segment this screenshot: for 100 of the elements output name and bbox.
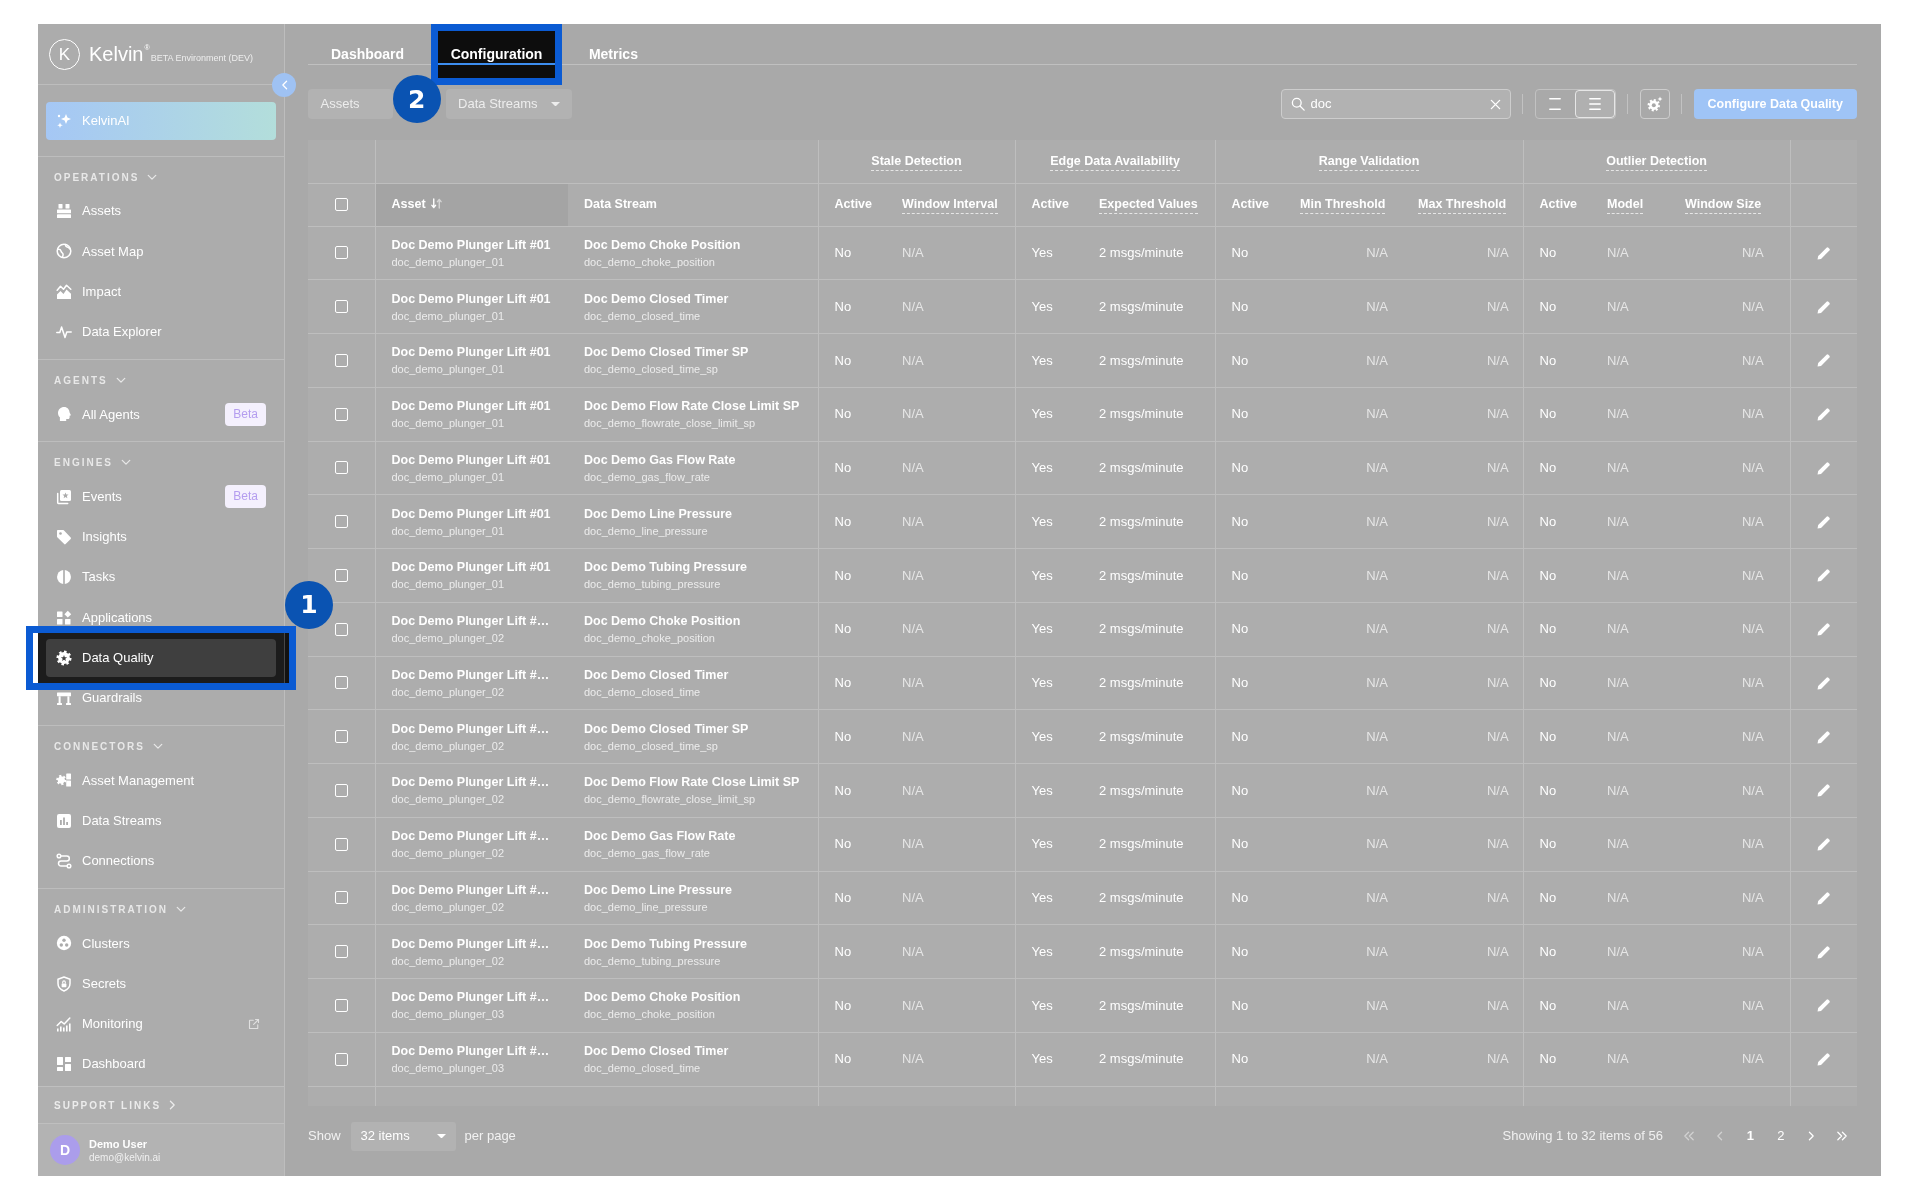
edit-button[interactable] bbox=[1815, 406, 1832, 423]
table-cell: Yes bbox=[1015, 871, 1083, 925]
sidebar-item[interactable]: Insights bbox=[46, 524, 276, 549]
section-header[interactable]: ADMINISTRATION bbox=[38, 895, 186, 924]
stream-name: Doc Demo Flow Rate Close Limit SP bbox=[584, 774, 801, 791]
table-cell: No bbox=[1523, 709, 1592, 764]
barrier-icon bbox=[56, 690, 72, 707]
tab[interactable]: Metrics bbox=[575, 24, 651, 65]
table-cell: N/A bbox=[1284, 924, 1402, 979]
edit-button[interactable] bbox=[1815, 621, 1832, 638]
table-cell: 2 msgs/minute bbox=[1083, 333, 1215, 388]
checkbox[interactable] bbox=[334, 891, 348, 905]
asset-name: Doc Demo Plunger Lift #… bbox=[391, 774, 551, 791]
table-cell: N/A bbox=[1669, 817, 1791, 871]
checkbox[interactable] bbox=[334, 515, 348, 529]
checkbox[interactable] bbox=[334, 676, 348, 690]
asset-name: Doc Demo Plunger Lift #… bbox=[391, 935, 551, 952]
table-cell: 2 msgs/minute bbox=[1083, 494, 1215, 549]
tab[interactable]: Dashboard bbox=[318, 24, 418, 65]
section-header[interactable]: ENGINES bbox=[38, 448, 131, 477]
section-header[interactable]: OPERATIONS bbox=[38, 163, 158, 191]
checkbox[interactable] bbox=[334, 407, 348, 421]
table-cell: No bbox=[1523, 602, 1592, 656]
edit-button[interactable] bbox=[1815, 1051, 1832, 1068]
sidebar-item[interactable]: Tasks bbox=[46, 565, 276, 590]
stream-name: Doc Demo Gas Flow Rate bbox=[584, 451, 737, 468]
table-cell: 2 msgs/minute bbox=[1083, 226, 1215, 280]
checkbox[interactable] bbox=[334, 945, 348, 959]
sidebar-item[interactable]: Dashboard bbox=[46, 1052, 276, 1077]
checkbox[interactable] bbox=[334, 461, 348, 475]
section-header[interactable]: AGENTS bbox=[38, 366, 126, 395]
column-header: Expected Values bbox=[1083, 183, 1215, 226]
edit-button[interactable] bbox=[1815, 782, 1832, 799]
sidebar-item[interactable]: Connections bbox=[46, 849, 276, 873]
edit-button[interactable] bbox=[1815, 889, 1832, 906]
edit-button[interactable] bbox=[1815, 997, 1832, 1014]
edit-button[interactable] bbox=[1815, 244, 1832, 261]
section-header[interactable]: CONNECTORS bbox=[38, 732, 163, 761]
checkbox[interactable] bbox=[334, 837, 348, 851]
sortable-column-header[interactable]: Asset bbox=[375, 183, 568, 226]
edit-button[interactable] bbox=[1815, 836, 1832, 853]
search-field[interactable]: doc bbox=[1280, 89, 1511, 119]
page-button[interactable]: 2 bbox=[1765, 1121, 1796, 1151]
user-name: Demo User bbox=[89, 1136, 149, 1151]
asset-id: doc_demo_plunger_01 bbox=[391, 469, 506, 484]
checkbox[interactable] bbox=[334, 198, 348, 211]
table-cell: N/A bbox=[1591, 441, 1670, 495]
edit-button[interactable] bbox=[1815, 728, 1832, 745]
table-cell: No bbox=[1523, 548, 1592, 603]
collapse-button[interactable] bbox=[272, 73, 296, 97]
table-cell: N/A bbox=[1591, 924, 1670, 979]
table-cell: N/A bbox=[886, 763, 1015, 818]
edit-button[interactable] bbox=[1815, 352, 1832, 369]
sidebar-item[interactable]: All Agents Beta bbox=[46, 402, 276, 427]
sidebar-item[interactable]: Data Quality bbox=[46, 638, 276, 677]
table-cell: N/A bbox=[1402, 333, 1524, 388]
checkbox[interactable] bbox=[334, 246, 348, 260]
sidebar-item[interactable]: Monitoring bbox=[46, 1011, 276, 1036]
table-cell: N/A bbox=[886, 656, 1015, 710]
edit-button[interactable] bbox=[1815, 513, 1832, 530]
sidebar-item[interactable]: Clusters bbox=[46, 931, 276, 956]
filter-dropdown[interactable]: Data Streams bbox=[445, 89, 573, 119]
page-button[interactable]: 1 bbox=[1735, 1121, 1766, 1151]
checkbox[interactable] bbox=[334, 998, 348, 1012]
checkbox[interactable] bbox=[334, 783, 348, 797]
sidebar-item[interactable]: Events Beta bbox=[46, 484, 276, 509]
checkbox[interactable] bbox=[334, 622, 348, 636]
sidebar-item[interactable]: Data Streams bbox=[46, 808, 276, 833]
sidebar-item[interactable]: Secrets bbox=[46, 971, 276, 996]
checkbox[interactable] bbox=[334, 1052, 348, 1066]
table-cell: No bbox=[818, 226, 886, 280]
filter-dropdown[interactable]: Assets bbox=[308, 89, 393, 119]
configure-button[interactable]: Configure Data Quality bbox=[1693, 89, 1857, 119]
sidebar-item[interactable]: Impact bbox=[46, 279, 276, 304]
checkbox[interactable] bbox=[334, 730, 348, 744]
edit-button[interactable] bbox=[1815, 298, 1832, 315]
sidebar-item[interactable]: Guardrails bbox=[46, 690, 276, 707]
tab[interactable]: Configuration bbox=[437, 24, 556, 65]
sidebar-item[interactable]: Asset Map bbox=[46, 239, 276, 264]
table-cell: N/A bbox=[1591, 333, 1670, 388]
table-cell: 2 msgs/minute bbox=[1083, 763, 1215, 818]
edit-button[interactable] bbox=[1815, 943, 1832, 960]
sidebar-item[interactable]: Assets bbox=[46, 199, 276, 224]
checkbox[interactable] bbox=[334, 353, 348, 367]
sidebar-item[interactable]: Applications bbox=[46, 609, 276, 626]
sidebar-item[interactable]: Asset Management bbox=[46, 768, 276, 793]
checkbox[interactable] bbox=[334, 568, 348, 582]
edit-button[interactable] bbox=[1815, 567, 1832, 584]
settings-button[interactable] bbox=[1639, 89, 1670, 119]
close-icon[interactable] bbox=[1489, 98, 1501, 110]
edit-button[interactable] bbox=[1815, 459, 1832, 476]
table-cell: N/A bbox=[1669, 978, 1791, 1033]
table-cell: No bbox=[1215, 978, 1284, 1033]
edit-button[interactable] bbox=[1815, 674, 1832, 691]
density-button[interactable] bbox=[1575, 90, 1615, 118]
checkbox[interactable] bbox=[334, 300, 348, 314]
pencil-icon bbox=[1815, 406, 1832, 423]
sidebar-item[interactable]: Data Explorer bbox=[46, 320, 276, 345]
kelvin-ai-button[interactable]: KelvinAI bbox=[46, 102, 276, 140]
page-size-dropdown[interactable]: 32 items bbox=[350, 1121, 456, 1151]
